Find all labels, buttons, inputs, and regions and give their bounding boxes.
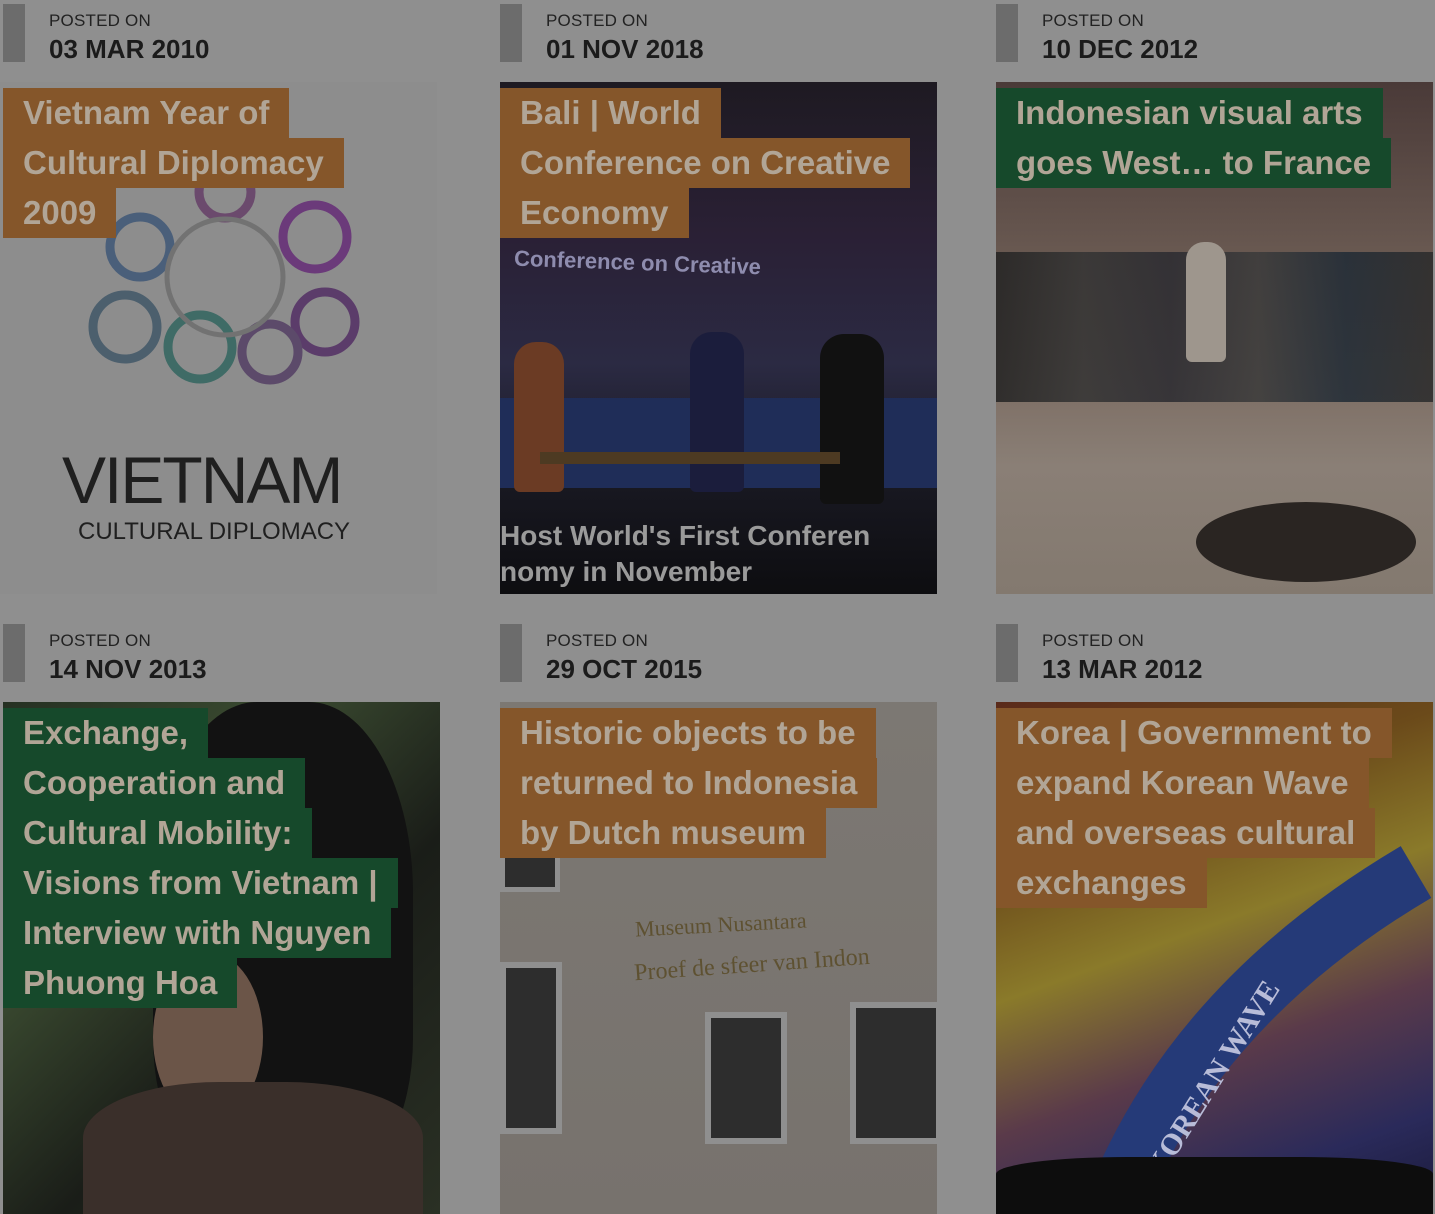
post-date: 29 OCT 2015 <box>546 654 703 684</box>
post-date: 13 MAR 2012 <box>1042 654 1203 684</box>
speaker-1 <box>514 342 564 492</box>
post-title[interactable]: Historic objects to be returned to Indon… <box>500 708 920 858</box>
post-meta: POSTED ON 01 NOV 2018 <box>497 0 934 64</box>
date-bar <box>3 4 25 62</box>
post-title-line: returned to Indonesia <box>500 758 878 808</box>
logo-subtext: CULTURAL DIPLOMACY <box>78 518 351 545</box>
post-title-line: Conference on Creative <box>500 138 911 188</box>
sign-text: Museum Nusantara <box>634 907 808 942</box>
post-title-line: by Dutch museum <box>500 808 827 858</box>
window <box>850 1002 937 1144</box>
statue <box>1186 242 1226 362</box>
window <box>500 962 562 1134</box>
post-title[interactable]: Indonesian visual arts goes West… to Fra… <box>996 88 1416 188</box>
post-title[interactable]: Exchange, Cooperation and Cultural Mobil… <box>3 708 433 1008</box>
post-title-line: Cultural Mobility: <box>3 808 313 858</box>
post-title[interactable]: Vietnam Year of Cultural Diplomacy 2009 <box>3 88 423 238</box>
posted-on-label: POSTED ON <box>49 11 151 30</box>
post-title-line: Korea | Government to <box>996 708 1392 758</box>
post-meta: POSTED ON 29 OCT 2015 <box>497 620 934 684</box>
speaker-3 <box>820 334 884 504</box>
date-bar <box>996 624 1018 682</box>
post-date: 03 MAR 2010 <box>49 34 210 64</box>
post-date: 14 NOV 2013 <box>49 654 207 684</box>
post-title-line: goes West… to France <box>996 138 1392 188</box>
speaker-2 <box>690 332 744 492</box>
post-meta: POSTED ON 10 DEC 2012 <box>993 0 1430 64</box>
post-title-line: expand Korean Wave <box>996 758 1369 808</box>
post-title-line: Cultural Diplomacy <box>3 138 344 188</box>
sign-text: Proef de sfeer van Indon <box>633 943 871 987</box>
post-date: 10 DEC 2012 <box>1042 34 1199 64</box>
window <box>705 1012 787 1144</box>
post-title-line: Bali | World <box>500 88 721 138</box>
post-date: 01 NOV 2018 <box>546 34 704 64</box>
post-title-line: Cooperation and <box>3 758 306 808</box>
logo-text: VIETNAM <box>62 443 343 517</box>
date-bar <box>500 4 522 62</box>
posted-on-label: POSTED ON <box>49 631 151 650</box>
post-title-line: Exchange, <box>3 708 209 758</box>
post-title[interactable]: Bali | World Conference on Creative Econ… <box>500 88 920 238</box>
post-title-line: Indonesian visual arts <box>996 88 1383 138</box>
post-meta: POSTED ON 14 NOV 2013 <box>0 620 437 684</box>
post-title-line: Vietnam Year of <box>3 88 290 138</box>
caption-line: nomy in November <box>500 556 753 587</box>
post-title-line: Phuong Hoa <box>3 958 238 1008</box>
caption-line: Host World's First Conferen <box>500 520 871 551</box>
floor-art <box>1196 502 1416 582</box>
banner-text: Conference on Creative <box>513 245 762 280</box>
post-title-line: Visions from Vietnam | <box>3 858 398 908</box>
post-meta: POSTED ON 13 MAR 2012 <box>993 620 1430 684</box>
date-bar <box>500 624 522 682</box>
post-title[interactable]: Korea | Government to expand Korean Wave… <box>996 708 1416 908</box>
post-title-line: Historic objects to be <box>500 708 876 758</box>
post-title-line: Interview with Nguyen <box>3 908 392 958</box>
posted-on-label: POSTED ON <box>1042 631 1144 650</box>
post-title-line: 2009 <box>3 188 117 238</box>
date-bar <box>996 4 1018 62</box>
posted-on-label: POSTED ON <box>546 11 648 30</box>
post-title-line: Economy <box>500 188 689 238</box>
post-meta: POSTED ON 03 MAR 2010 <box>0 0 437 64</box>
posted-on-label: POSTED ON <box>546 631 648 650</box>
posted-on-label: POSTED ON <box>1042 11 1144 30</box>
table <box>540 452 840 464</box>
post-title-line: exchanges <box>996 858 1207 908</box>
portrait-shoulder <box>83 1082 423 1214</box>
crowd-silhouette <box>996 1157 1433 1214</box>
post-title-line: and overseas cultural <box>996 808 1376 858</box>
date-bar <box>3 624 25 682</box>
